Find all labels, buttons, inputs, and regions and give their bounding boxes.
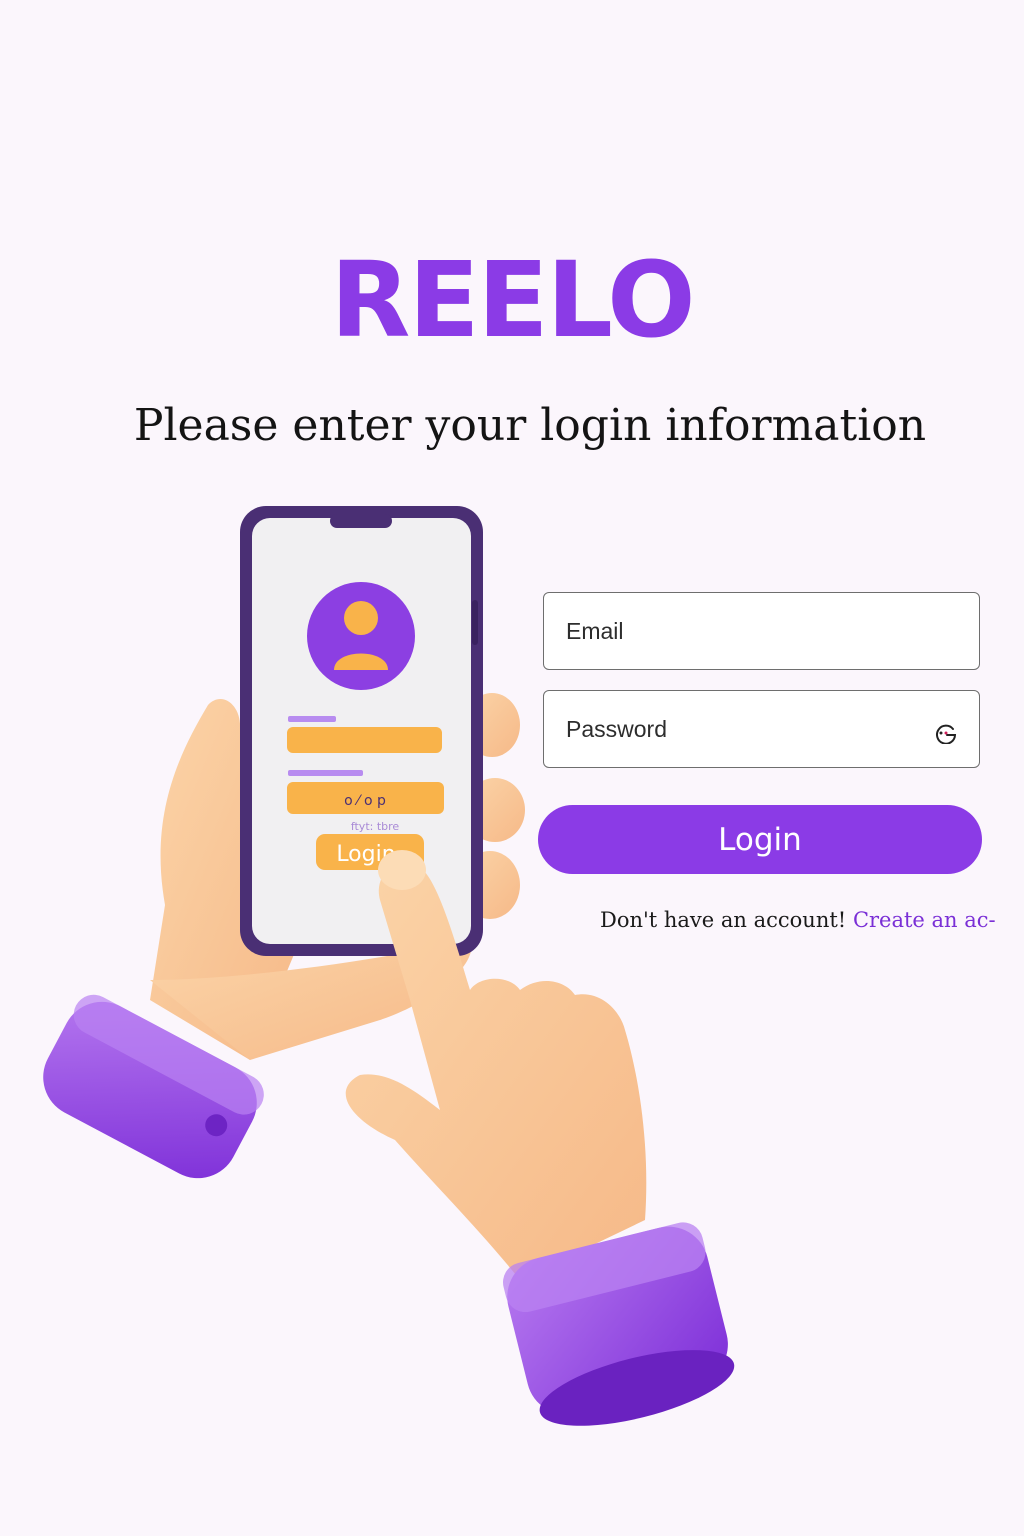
phone-field-dots: o ⁄ o p [344,793,386,809]
create-account-link[interactable]: Create an ac- [853,908,996,932]
email-placeholder: Email [566,617,624,644]
eye-icon[interactable] [933,722,959,744]
signup-text: Don't have an account! [600,908,847,932]
phone-small-text: ftyt: tbre [351,820,400,833]
brand-logo: REELO [330,239,695,361]
password-field[interactable]: Password [543,690,980,768]
email-field[interactable]: Email [543,592,980,670]
signup-prompt: Don't have an account! Create an ac- [600,908,1000,932]
password-placeholder: Password [566,715,667,742]
login-button[interactable]: Login [538,805,982,874]
page-subtitle: Please enter your login information [133,400,927,451]
